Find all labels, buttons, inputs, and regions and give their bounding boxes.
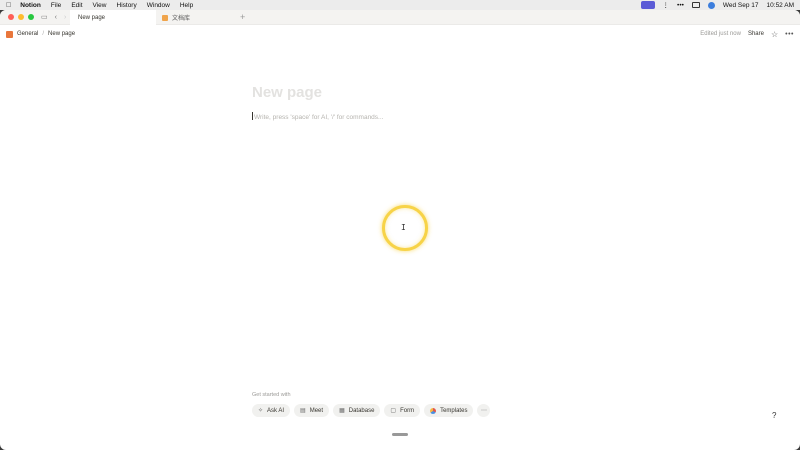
menubar-date[interactable]: Wed Sep 17 xyxy=(723,2,759,9)
menu-edit[interactable]: Edit xyxy=(71,2,82,9)
menu-window[interactable]: Window xyxy=(147,2,170,9)
bottom-drag-handle[interactable] xyxy=(392,433,408,436)
status-dots-icon[interactable]: ••• xyxy=(677,2,684,9)
window-controls xyxy=(8,14,34,20)
get-started-options: ✧ Ask AI ▤ Meet ▦ Database ▢ Form Templa… xyxy=(252,404,491,417)
menu-file[interactable]: File xyxy=(51,2,61,9)
siri-icon[interactable] xyxy=(707,1,715,9)
ask-ai-label: Ask AI xyxy=(267,407,285,414)
workspace-icon xyxy=(6,30,13,38)
templates-button[interactable]: Templates xyxy=(424,404,474,417)
battery-icon[interactable] xyxy=(691,2,700,8)
menu-bar:  Notion File Edit View History Window H… xyxy=(0,0,800,10)
help-icon[interactable]: ? xyxy=(772,411,776,420)
meet-label: Meet xyxy=(309,407,324,414)
ibeam-cursor-icon: I xyxy=(401,223,406,232)
sparkle-icon: ✧ xyxy=(258,408,264,414)
database-label: Database xyxy=(348,407,375,414)
status-app-icon[interactable] xyxy=(640,1,655,9)
status-more-icon[interactable]: ⋮ xyxy=(663,1,670,9)
menubar-time[interactable]: 10:52 AM xyxy=(767,2,794,9)
tab-bar: ▭ ‹ › New page 文档库 + xyxy=(0,10,800,25)
menu-history[interactable]: History xyxy=(117,2,137,9)
form-icon: ▢ xyxy=(390,408,397,414)
menu-help[interactable]: Help xyxy=(180,2,193,9)
apple-icon[interactable]:  xyxy=(6,2,11,9)
favorite-star-icon[interactable]: ☆ xyxy=(771,30,778,39)
breadcrumb-separator: / xyxy=(42,31,45,37)
get-started-label: Get started with xyxy=(252,392,291,398)
breadcrumb-workspace[interactable]: General xyxy=(17,31,38,37)
new-tab-icon[interactable]: + xyxy=(240,12,245,22)
page-body-input[interactable]: Write, press 'space' for AI, '/' for com… xyxy=(252,112,383,121)
page-title-input[interactable]: New page xyxy=(252,84,322,101)
page-topbar: General / New page Edited just now Share… xyxy=(0,25,800,43)
meet-icon: ▤ xyxy=(300,408,306,414)
meet-button[interactable]: ▤ Meet xyxy=(294,404,330,417)
templates-label: Templates xyxy=(440,407,468,414)
forward-icon[interactable]: › xyxy=(64,14,66,21)
tab-label: 文档库 xyxy=(172,16,191,22)
templates-icon xyxy=(430,407,437,414)
text-caret xyxy=(252,112,253,120)
form-label: Form xyxy=(400,407,415,414)
sidebar-toggle-icon[interactable]: ▭ xyxy=(41,13,48,21)
form-button[interactable]: ▢ Form xyxy=(384,404,421,417)
database-button[interactable]: ▦ Database xyxy=(333,404,381,417)
tab-new-page[interactable]: New page xyxy=(70,10,156,25)
back-icon[interactable]: ‹ xyxy=(55,14,57,21)
ellipsis-icon: ⋯ xyxy=(480,408,487,414)
breadcrumb-page[interactable]: New page xyxy=(48,31,75,37)
close-window-button[interactable] xyxy=(8,14,14,20)
page-icon xyxy=(162,14,168,21)
share-button[interactable]: Share xyxy=(748,31,764,37)
more-starters-button[interactable]: ⋯ xyxy=(477,404,491,417)
menu-view[interactable]: View xyxy=(93,2,107,9)
edited-status: Edited just now xyxy=(700,31,741,37)
ask-ai-button[interactable]: ✧ Ask AI xyxy=(252,404,291,417)
zoom-window-button[interactable] xyxy=(28,14,34,20)
tab-label: New page xyxy=(78,14,106,21)
more-options-icon[interactable]: ••• xyxy=(785,31,794,38)
notion-window: ▭ ‹ › New page 文档库 + General / New page … xyxy=(0,10,800,450)
tab-document-library[interactable]: 文档库 xyxy=(158,10,236,25)
menu-app-name[interactable]: Notion xyxy=(20,2,41,9)
table-icon: ▦ xyxy=(339,408,345,414)
body-placeholder-text: Write, press 'space' for AI, '/' for com… xyxy=(254,114,384,121)
minimize-window-button[interactable] xyxy=(18,14,24,20)
